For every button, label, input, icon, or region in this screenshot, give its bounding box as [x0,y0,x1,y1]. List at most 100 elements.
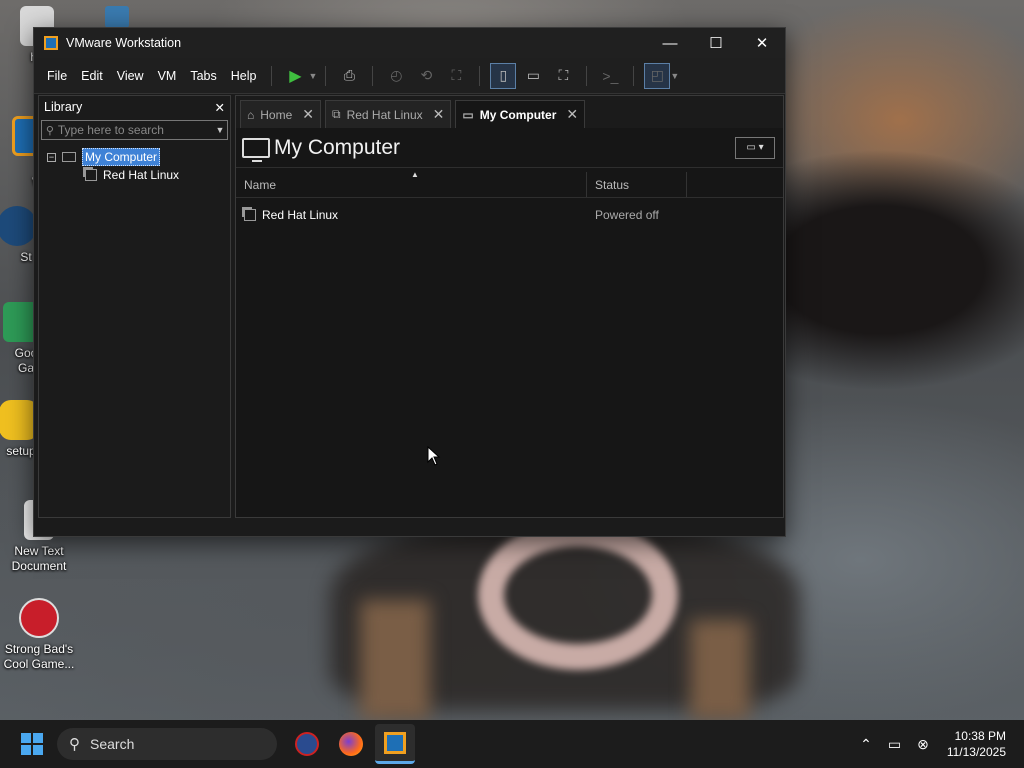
tree-item-label: Red Hat Linux [103,168,180,182]
chevron-up-icon[interactable]: ⌃ [860,736,872,753]
title-bar[interactable]: VMware Workstation — ☐ ✕ [34,28,785,58]
display-icon[interactable]: ▭ [888,736,901,753]
firefox-icon[interactable] [331,724,371,764]
toolbar-separator [586,65,588,86]
firefox-logo [339,732,363,756]
row-name-cell: Red Hat Linux [236,208,587,222]
menu-edit[interactable]: Edit [74,69,110,83]
monitor-icon: ▭ [462,107,474,122]
full-screen-icon[interactable]: ⛶ [550,63,576,89]
tree-item-red-hat-linux[interactable]: Red Hat Linux [39,166,230,184]
main-panel: ⌂ Home ✕ ⧉ Red Hat Linux ✕ ▭ My Computer… [235,95,784,518]
chevron-down-icon[interactable]: ▼ [213,125,227,135]
toolbar-separator [325,65,327,86]
tab-my-computer[interactable]: ▭ My Computer ✕ [455,100,586,128]
menu-bar: File Edit View VM Tabs Help ▶ ▼ ⎙ ◴ ⟲ ⛶ … [34,58,785,94]
vmware-app-icon [44,36,58,50]
table-row[interactable]: Red Hat Linux Powered off [236,202,783,228]
monitor-icon [62,152,76,162]
menu-tabs[interactable]: Tabs [183,69,223,83]
library-close-icon[interactable]: ✕ [215,100,225,115]
clock-time: 10:38 PM [954,729,1006,743]
vm-icon [244,209,256,221]
row-status: Powered off [595,208,659,222]
strong-bad-game-icon [19,598,59,638]
unity-icon[interactable]: ◰ [644,62,671,89]
row-name: Red Hat Linux [262,208,339,222]
app-icon[interactable] [287,724,327,764]
view-mode-button[interactable]: ▭ ▾ [735,136,775,159]
show-thumbnail-bar-icon[interactable]: ▭ [520,63,546,89]
system-tray: ⌃ ▭ ⊗ 10:38 PM 11/13/2025 [852,720,1024,768]
page-header: My Computer ▭ ▾ [236,128,783,168]
tab-label: Home [260,107,293,122]
desktop-icon-label: Strong Bad's Cool Game... [3,642,75,671]
console-icon[interactable]: >_ [597,63,623,89]
snapshot-icon[interactable]: ◴ [383,63,409,89]
library-panel: Library ✕ ⚲ ▼ − My Computer Red Hat Linu… [38,95,231,518]
maximize-button[interactable]: ☐ [693,28,739,58]
close-icon[interactable]: ✕ [433,106,445,123]
close-icon[interactable]: ✕ [302,106,314,123]
toolbar-separator [633,65,635,86]
search-icon: ⚲ [45,124,54,137]
show-library-icon[interactable]: ▯ [490,62,517,89]
library-search: ⚲ ▼ [41,120,228,140]
chevron-down-icon[interactable]: ▼ [308,71,317,81]
chevron-down-icon[interactable]: ▼ [670,71,679,81]
library-tree: − My Computer Red Hat Linux [39,148,230,184]
power-on-icon[interactable]: ▶ [282,63,308,89]
windows-start-icon[interactable] [21,733,43,755]
taskbar: ⚲ Search ⌃ ▭ ⊗ 10:38 PM 11/13/2025 [0,720,1024,768]
vmware-taskbar-icon[interactable] [375,724,415,764]
collapse-icon[interactable]: − [47,152,56,162]
network-icon[interactable]: ⊗ [917,736,929,753]
wallpaper-ring-toy [478,520,678,670]
vm-icon [85,169,97,181]
toolbar-separator [372,65,374,86]
tree-item-label: My Computer [82,148,161,166]
steam-icon [0,206,37,246]
library-title: Library [44,100,83,114]
tab-home[interactable]: ⌂ Home ✕ [240,100,321,128]
sort-ascending-icon: ▲ [411,170,419,179]
menu-vm[interactable]: VM [151,69,184,83]
monitor-icon [242,137,270,162]
desktop-icon-label: New Text Document [11,544,67,573]
toolbar-separator [271,65,273,86]
home-icon: ⌂ [247,107,255,122]
tree-item-my-computer[interactable]: − My Computer [39,148,230,166]
window-title: VMware Workstation [66,36,182,50]
library-search-input[interactable] [57,123,213,137]
tab-label: Red Hat Linux [346,107,423,122]
minimize-button[interactable]: — [647,28,693,58]
tab-red-hat-linux[interactable]: ⧉ Red Hat Linux ✕ [325,100,452,128]
mouse-cursor-icon [427,446,441,466]
close-icon[interactable]: ✕ [566,106,578,123]
close-button[interactable]: ✕ [739,28,785,58]
taskbar-search[interactable]: ⚲ Search [57,728,277,760]
column-header-status[interactable]: Status [587,172,687,197]
revert-snapshot-icon[interactable]: ⟲ [413,63,439,89]
union-jack-icon [295,732,319,756]
clock-date: 11/13/2025 [946,745,1006,759]
page-title: My Computer [274,135,401,159]
desktop-icon-strong-bad[interactable]: Strong Bad's Cool Game... [2,598,76,672]
wallpaper-dog-leg [360,600,430,720]
snapshot-manager-icon[interactable]: ⛶ [443,63,469,89]
app-icon [105,6,129,28]
vm-icon: ⧉ [332,107,341,121]
library-header: Library ✕ [39,96,230,118]
toolbar-separator [479,65,481,86]
clock[interactable]: 10:38 PM 11/13/2025 [947,728,1006,760]
table-header: ▲ Name Status [236,170,783,198]
send-ctrl-alt-del-icon[interactable]: ⎙ [336,63,362,89]
search-icon: ⚲ [69,736,80,753]
menu-help[interactable]: Help [224,69,264,83]
tab-strip: ⌂ Home ✕ ⧉ Red Hat Linux ✕ ▭ My Computer… [236,96,783,128]
tab-label: My Computer [479,107,557,122]
menu-file[interactable]: File [40,69,74,83]
menu-view[interactable]: View [110,69,151,83]
vmware-window: VMware Workstation — ☐ ✕ File Edit View … [33,27,786,537]
vmware-icon [384,731,406,754]
